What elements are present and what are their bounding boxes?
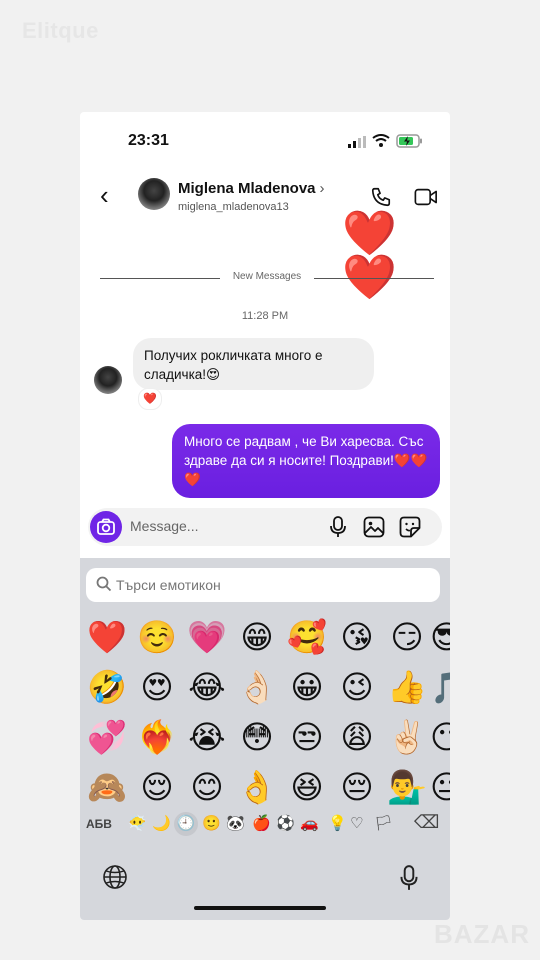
emoji-key[interactable]: 😍 bbox=[134, 664, 180, 710]
emoji-key[interactable]: 😘 bbox=[334, 614, 380, 660]
emoji-key[interactable]: 😌 bbox=[134, 764, 180, 810]
emoji-key[interactable]: ❤️‍🔥 bbox=[134, 714, 180, 760]
camera-icon bbox=[97, 518, 115, 535]
emoji-grid: ❤️ ☺️ 💗 😁 🥰 😘 😏 😎 🤣 😍 😂 👌🏻 😀 😉 👍 🎵 💞 ❤️‍… bbox=[84, 614, 450, 814]
emoji-search-field[interactable]: Търси емотикон bbox=[86, 568, 440, 602]
outgoing-message[interactable]: Много се радвам , че Ви харесва. Със здр… bbox=[172, 424, 440, 498]
wifi-icon bbox=[372, 134, 390, 147]
moon-category-icon[interactable]: 🌙 bbox=[152, 814, 171, 832]
emoji-key[interactable]: 👌🏻 bbox=[234, 664, 280, 710]
outgoing-message-text: Много се радвам , че Ви харесва. Със здр… bbox=[184, 434, 424, 468]
emoji-key[interactable]: 😔 bbox=[334, 764, 380, 810]
emoji-key[interactable]: 😎 bbox=[430, 614, 450, 660]
emoji-key[interactable]: 👌 bbox=[234, 764, 280, 810]
divider-label: New Messages bbox=[232, 271, 302, 282]
emoji-key[interactable]: 😐 bbox=[430, 764, 450, 810]
abc-keyboard-button[interactable]: АБВ bbox=[86, 817, 112, 831]
video-call-icon[interactable] bbox=[414, 186, 438, 208]
home-indicator bbox=[194, 906, 326, 910]
contact-username: miglena_mladenova13 bbox=[178, 201, 289, 213]
contact-avatar[interactable] bbox=[138, 178, 170, 210]
previous-hearts-message: ❤️❤️ bbox=[342, 209, 399, 302]
globe-icon[interactable] bbox=[102, 864, 128, 890]
emoji-key[interactable]: 😭 bbox=[184, 714, 230, 760]
emoji-key[interactable]: 💁‍♂️ bbox=[384, 764, 430, 810]
face-category-icon[interactable]: 🙂 bbox=[202, 814, 221, 832]
emoji-key[interactable]: 🤣 bbox=[84, 664, 130, 710]
new-messages-divider: New Messages bbox=[100, 271, 434, 282]
delete-icon[interactable]: ⌫ bbox=[414, 812, 439, 833]
camera-button[interactable] bbox=[90, 511, 122, 543]
emoji-search-placeholder: Търси емотикон bbox=[116, 577, 221, 593]
emoji-key[interactable]: 😊 bbox=[184, 764, 230, 810]
emoji-key[interactable]: 🥰 bbox=[284, 614, 330, 660]
chevron-right-icon: › bbox=[319, 180, 325, 197]
emoji-key[interactable]: 😩 bbox=[334, 714, 380, 760]
emoji-key[interactable]: 🙈 bbox=[84, 764, 130, 810]
emoji-key[interactable]: 😁 bbox=[234, 614, 280, 660]
message-composer[interactable]: Message... bbox=[88, 508, 442, 546]
battery-icon bbox=[396, 134, 422, 148]
sticker-icon[interactable] bbox=[398, 515, 422, 539]
search-icon bbox=[96, 576, 112, 592]
emoji-key[interactable]: 😳 bbox=[234, 714, 280, 760]
gallery-icon[interactable] bbox=[362, 515, 386, 539]
recent-category-icon[interactable]: 🕘 bbox=[174, 812, 198, 836]
emoji-keyboard: Търси емотикон ❤️ ☺️ 💗 😁 🥰 😘 😏 😎 🤣 😍 😂 👌… bbox=[80, 558, 450, 920]
dictation-icon[interactable] bbox=[398, 864, 420, 892]
heart-reaction[interactable]: ❤️ bbox=[138, 388, 162, 410]
food-category-icon[interactable]: 🍎 bbox=[252, 814, 271, 832]
emoji-key[interactable]: ☺️ bbox=[134, 614, 180, 660]
emoji-key[interactable]: 👍 bbox=[384, 664, 430, 710]
signal-icon bbox=[348, 136, 366, 148]
divider-line-right bbox=[314, 278, 434, 279]
smileys-category-icon[interactable]: 😶‍🌫️ bbox=[128, 814, 147, 832]
message-timestamp: 11:28 PM bbox=[241, 310, 289, 322]
elitque-watermark: Elitque bbox=[22, 18, 99, 43]
symbols-category-icon[interactable]: ♡ bbox=[350, 814, 363, 832]
activity-category-icon[interactable]: ⚽ bbox=[276, 814, 295, 832]
emoji-category-bar: АБВ 😶‍🌫️ 🌙 🕘 🙂 🐼 🍎 ⚽ 🚗 💡 ♡ 🏳 ⌫ bbox=[80, 810, 450, 838]
emoji-key[interactable]: 💗 bbox=[184, 614, 230, 660]
emoji-key[interactable]: 😂 bbox=[184, 664, 230, 710]
flags-category-icon[interactable]: 🏳 bbox=[374, 814, 393, 832]
back-icon[interactable]: ‹ bbox=[100, 180, 109, 211]
emoji-key[interactable]: ❤️ bbox=[84, 614, 130, 660]
sender-avatar[interactable] bbox=[94, 366, 122, 394]
animals-category-icon[interactable]: 🐼 bbox=[226, 814, 245, 832]
bazar-logo: BAZAR bbox=[434, 919, 530, 949]
status-bar: 23:31 bbox=[80, 112, 450, 168]
emoji-key[interactable]: 💞 bbox=[84, 714, 130, 760]
contact-name[interactable]: Miglena Mladenova › bbox=[178, 180, 325, 197]
emoji-key[interactable]: 😆 bbox=[284, 764, 330, 810]
contact-name-text: Miglena Mladenova bbox=[178, 180, 316, 197]
emoji-key[interactable]: 🎵 bbox=[430, 664, 450, 710]
emoji-key[interactable]: 😏 bbox=[384, 614, 430, 660]
travel-category-icon[interactable]: 🚗 bbox=[300, 814, 319, 832]
incoming-message[interactable]: Получих рокличката много е сладичка!😍 bbox=[133, 338, 374, 390]
objects-category-icon[interactable]: 💡 bbox=[328, 814, 347, 832]
emoji-key[interactable]: 😉 bbox=[334, 664, 380, 710]
emoji-key[interactable]: 😶 bbox=[430, 714, 450, 760]
message-input[interactable]: Message... bbox=[130, 518, 198, 534]
microphone-icon[interactable] bbox=[328, 515, 348, 539]
emoji-key[interactable]: ✌🏻 bbox=[384, 714, 430, 760]
phone-screen: 23:31 ‹ Miglena Mladenova › miglena_mlade… bbox=[80, 112, 450, 920]
phone-call-icon[interactable] bbox=[370, 186, 392, 208]
emoji-key[interactable]: 😀 bbox=[284, 664, 330, 710]
emoji-key[interactable]: 😒 bbox=[284, 714, 330, 760]
status-time: 23:31 bbox=[128, 132, 169, 149]
